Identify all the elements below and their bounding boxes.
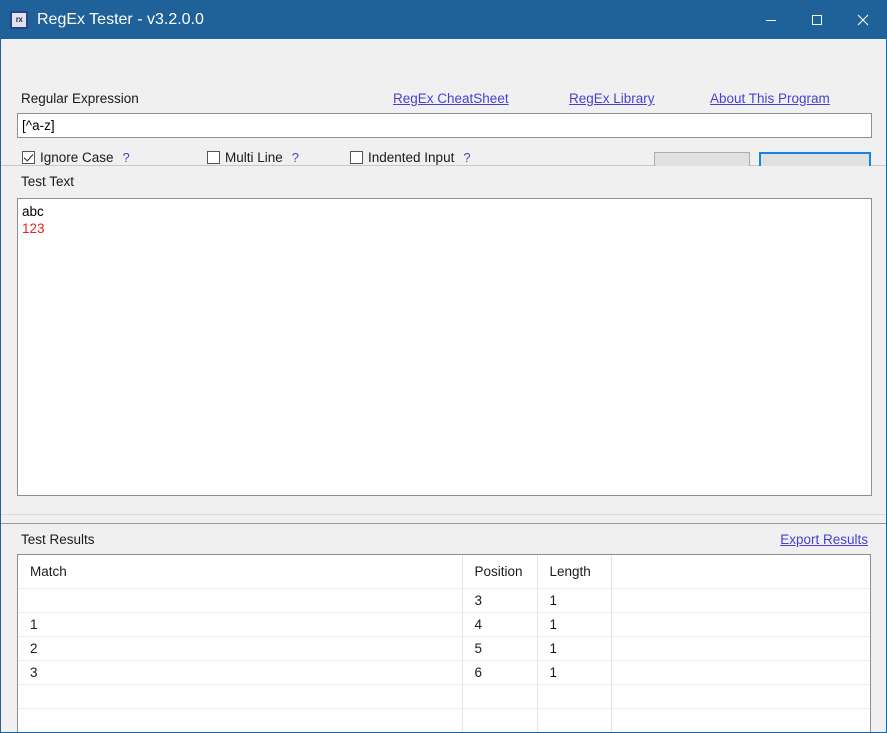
- cell-blank: [611, 659, 870, 684]
- cell-position: 6: [462, 659, 538, 684]
- minimize-icon[interactable]: [748, 1, 794, 39]
- checkbox-multi-line[interactable]: [207, 151, 220, 164]
- export-results-link[interactable]: Export Results: [780, 532, 868, 547]
- table-row[interactable]: 1 4 1: [18, 611, 870, 636]
- cell-position: 3: [462, 587, 538, 612]
- help-icon-multi-line[interactable]: ?: [292, 150, 299, 165]
- help-icon-indented-input[interactable]: ?: [463, 150, 470, 165]
- cell-match: [18, 707, 463, 732]
- regex-panel: Regular Expression RegEx CheatSheet RegE…: [1, 39, 886, 193]
- maximize-icon[interactable]: [794, 1, 840, 39]
- option-indented-input[interactable]: Indented Input ?: [350, 150, 471, 165]
- cell-match: 1: [18, 611, 463, 636]
- about-this-program-link[interactable]: About This Program: [710, 91, 830, 106]
- column-header-length[interactable]: Length: [537, 555, 612, 588]
- table-header-row: Match Position Length: [18, 555, 870, 588]
- option-multi-line[interactable]: Multi Line ?: [207, 150, 299, 165]
- test-results-panel: Test Results Export Results Match Positi…: [1, 524, 886, 732]
- cell-position: [462, 707, 538, 732]
- column-header-blank[interactable]: [611, 555, 870, 588]
- column-header-position[interactable]: Position: [462, 555, 538, 588]
- results-table: Match Position Length 3 1 1 4 1 2 5 1 3 …: [18, 555, 870, 732]
- regex-tester-window: rx RegEx Tester - v3.2.0.0 Regular Expre…: [0, 0, 887, 733]
- test-text-line-match: 123: [22, 221, 45, 236]
- cell-position: 4: [462, 611, 538, 636]
- test-text-label: Test Text: [21, 174, 75, 189]
- cell-length: [537, 707, 612, 732]
- cell-blank: [611, 587, 870, 612]
- cell-match: 2: [18, 635, 463, 660]
- cell-length: 1: [537, 659, 612, 684]
- results-grid: Match Position Length 3 1 1 4 1 2 5 1 3 …: [17, 554, 871, 732]
- cell-match: 3: [18, 659, 463, 684]
- window-controls: [748, 1, 886, 39]
- cell-position: 5: [462, 635, 538, 660]
- cell-length: 1: [537, 587, 612, 612]
- cell-match: [18, 587, 463, 612]
- table-row[interactable]: 3 6 1: [18, 659, 870, 684]
- option-label: Multi Line: [225, 150, 283, 165]
- cell-length: 1: [537, 611, 612, 636]
- panel-splitter[interactable]: [1, 514, 886, 524]
- regex-cheatsheet-link[interactable]: RegEx CheatSheet: [393, 91, 509, 106]
- option-label: Indented Input: [368, 150, 455, 165]
- test-results-label: Test Results: [21, 532, 95, 547]
- window-title: RegEx Tester - v3.2.0.0: [37, 11, 204, 28]
- cell-blank: [611, 635, 870, 660]
- test-text-line: abc: [22, 204, 44, 219]
- option-ignore-case[interactable]: Ignore Case ?: [22, 150, 130, 165]
- column-header-match[interactable]: Match: [18, 555, 463, 588]
- option-label: Ignore Case: [40, 150, 114, 165]
- table-row[interactable]: [18, 683, 870, 708]
- cell-match: [18, 683, 463, 708]
- cell-position: [462, 683, 538, 708]
- table-row[interactable]: [18, 707, 870, 732]
- regular-expression-label: Regular Expression: [21, 91, 139, 106]
- test-text-input[interactable]: abc 123: [17, 198, 872, 496]
- title-bar: rx RegEx Tester - v3.2.0.0: [1, 1, 886, 39]
- table-row[interactable]: 2 5 1: [18, 635, 870, 660]
- app-icon: rx: [10, 11, 28, 29]
- cell-length: [537, 683, 612, 708]
- checkbox-indented-input[interactable]: [350, 151, 363, 164]
- cell-blank: [611, 611, 870, 636]
- cell-blank: [611, 707, 870, 732]
- table-row[interactable]: 3 1: [18, 587, 870, 612]
- close-icon[interactable]: [840, 1, 886, 39]
- checkbox-ignore-case[interactable]: [22, 151, 35, 164]
- test-text-panel: Test Text abc 123: [1, 166, 886, 514]
- cell-blank: [611, 683, 870, 708]
- regex-library-link[interactable]: RegEx Library: [569, 91, 655, 106]
- help-icon-ignore-case[interactable]: ?: [123, 150, 130, 165]
- regex-input[interactable]: [17, 113, 872, 138]
- cell-length: 1: [537, 635, 612, 660]
